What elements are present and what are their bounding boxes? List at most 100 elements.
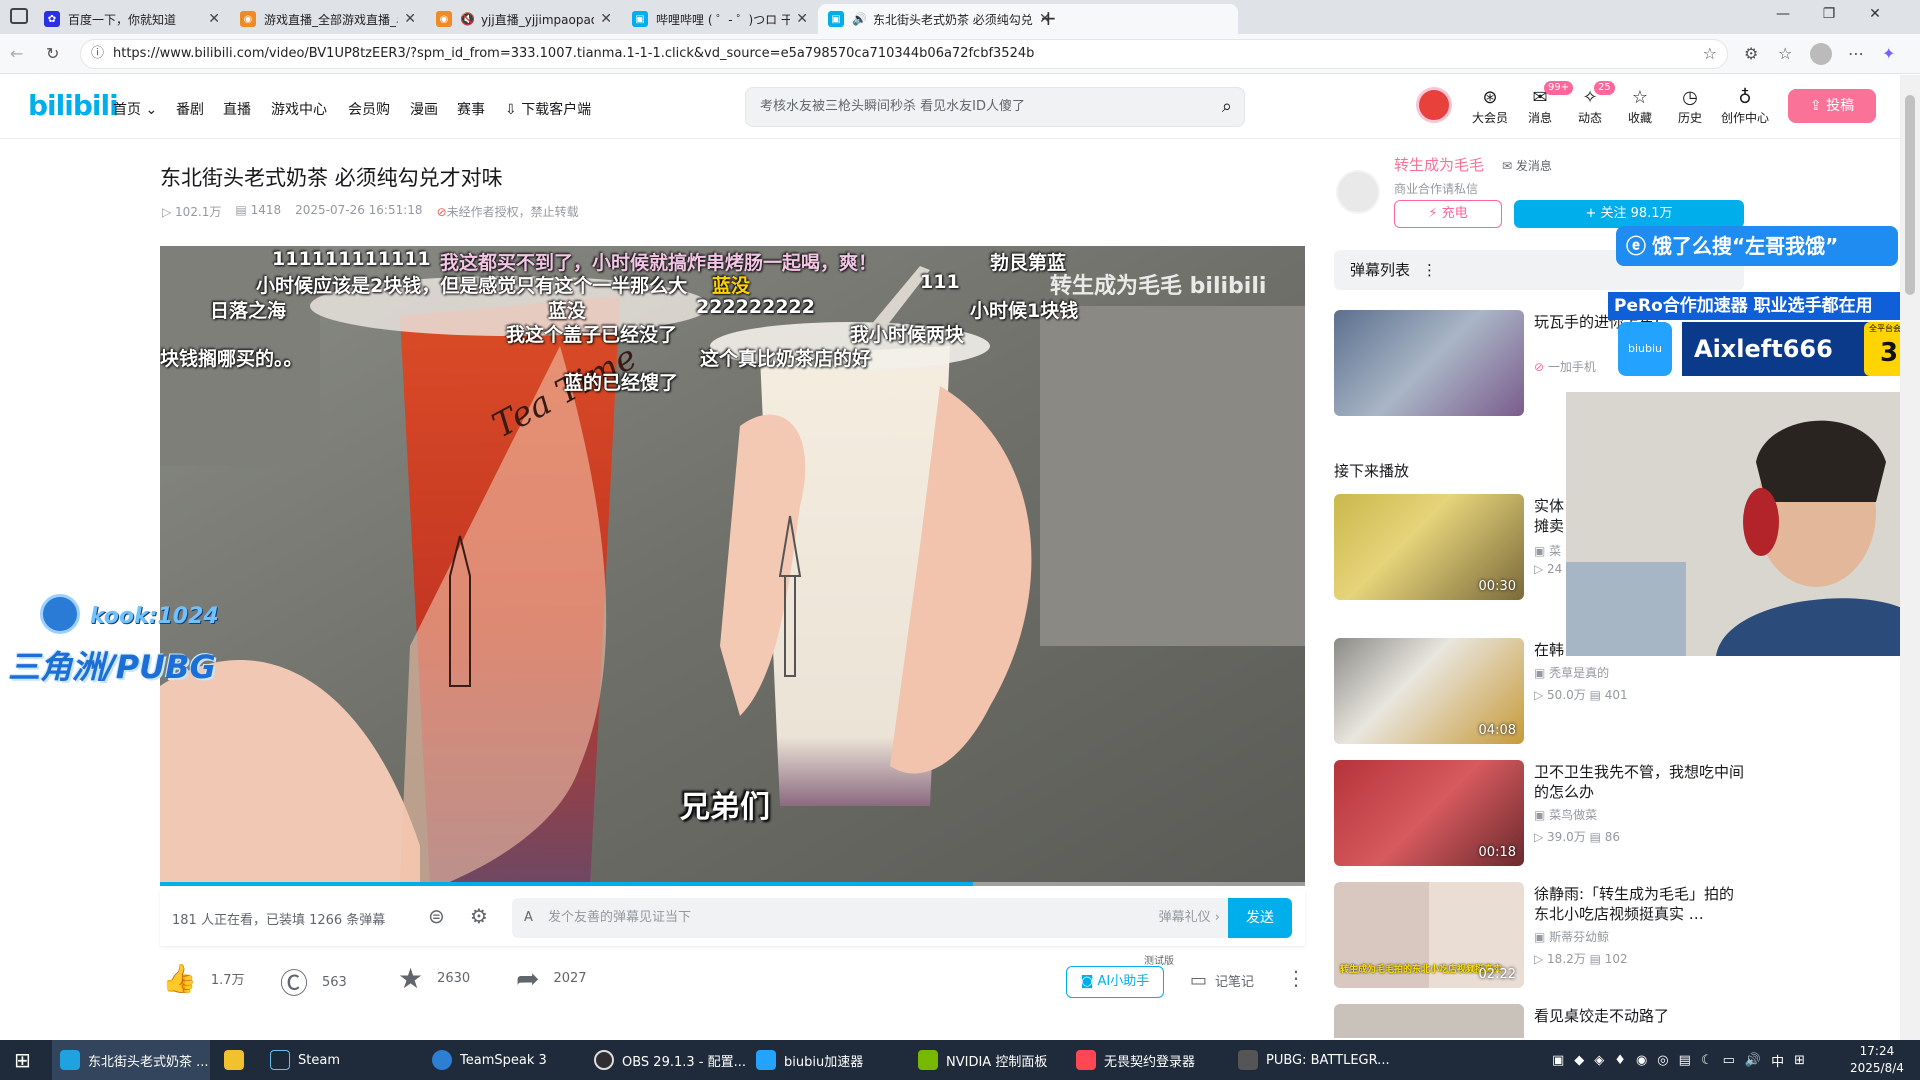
tray-app-icon[interactable]: ◈ <box>1594 1053 1604 1068</box>
tray-app-icon[interactable]: ☾ <box>1701 1053 1713 1068</box>
minimize-icon[interactable]: — <box>1760 6 1806 28</box>
header-creator-center[interactable]: ♁ 创作中心 <box>1718 87 1772 126</box>
taskbar-label: 东北街头老式奶茶 ... <box>88 1054 209 1070</box>
more-options-icon[interactable]: ⋮ <box>1286 966 1306 990</box>
progress-bar[interactable] <box>160 882 1305 886</box>
nav-download[interactable]: ⇩ 下载客户端 <box>505 99 591 119</box>
header-vip[interactable]: ⊛ 大会员 <box>1468 87 1512 126</box>
follow-button[interactable]: + 关注 98.1万 <box>1514 200 1744 228</box>
rec-card[interactable]: 看见桌饺走不动路了 <box>1334 1004 1744 1038</box>
speaker-icon[interactable]: 🔊 <box>852 12 867 26</box>
share-button[interactable]: ➦ 2027 <box>516 962 587 995</box>
nav-game-center[interactable]: 游戏中心 <box>271 99 327 119</box>
uploader-name[interactable]: 转生成为毛毛 <box>1394 154 1484 175</box>
extension-icon[interactable]: ⚙ <box>1744 44 1758 63</box>
danmaku-toggle-icon[interactable]: ⊜ <box>428 904 445 928</box>
header-dynamic[interactable]: ✧ 25 动态 <box>1568 81 1615 126</box>
nav-anime[interactable]: 番剧 <box>176 99 204 119</box>
notes-button[interactable]: ▭ 记笔记 <box>1190 970 1254 991</box>
taskbar-item-valorant[interactable]: 无畏契约登录器 <box>1076 1040 1195 1080</box>
profile-avatar-icon[interactable] <box>1810 43 1832 65</box>
taskbar-item-pubg[interactable]: PUBG: BATTLEGR... <box>1238 1040 1390 1080</box>
danmaku-etiquette-link[interactable]: 弹幕礼仪 › <box>1159 898 1220 938</box>
close-icon[interactable]: ✕ <box>600 11 612 27</box>
taskbar-item-explorer[interactable] <box>224 1040 252 1080</box>
play-icon: ▷ <box>162 205 176 219</box>
nav-live[interactable]: 直播 <box>223 99 251 119</box>
taskbar-item-teamspeak[interactable]: TeamSpeak 3 <box>432 1040 547 1080</box>
rec-card[interactable]: 转生成为毛毛拍的东北小吃店视频挺真实 02:22 徐静雨:「转生成为毛毛」拍的东… <box>1334 882 1744 992</box>
tab-baidu[interactable]: ✿ 百度一下，你就知道 ✕ <box>34 4 230 34</box>
video-player[interactable]: Tea Time 111111111111 我这都买不到了，小时候就搞炸串烤肠一… <box>160 246 1305 886</box>
comment-icon: ▤ <box>1585 952 1605 966</box>
search-icon[interactable]: ⌕ <box>1222 88 1232 126</box>
rec-stats: ▷ 24 <box>1534 562 1562 576</box>
taskbar-label: TeamSpeak 3 <box>460 1052 547 1068</box>
tab-bilibili-home[interactable]: ▣ 哔哩哔哩 ( ゜- ゜)つロ 干杯~-bilibili ✕ <box>622 4 818 34</box>
scrollbar-thumb[interactable] <box>1905 95 1915 295</box>
upload-button[interactable]: ⇪ 投稿 <box>1788 89 1876 123</box>
more-vertical-icon[interactable]: ⋮ <box>1422 261 1437 279</box>
taskbar-item-biubiu[interactable]: biubiu加速器 <box>756 1040 863 1080</box>
tray-app-icon[interactable]: ▤ <box>1679 1053 1691 1068</box>
nav-esports[interactable]: 赛事 <box>457 99 485 119</box>
tray-obs-icon[interactable]: ◉ <box>1636 1053 1647 1068</box>
close-icon[interactable]: ✕ <box>208 11 220 27</box>
new-tab-icon[interactable]: + <box>1040 6 1057 30</box>
favorite-button[interactable]: ★ 2630 <box>398 962 470 995</box>
bilibili-logo[interactable]: bilibili <box>28 89 119 122</box>
refresh-icon[interactable]: ↻ <box>46 44 59 63</box>
charge-button[interactable]: ⚡ 充电 <box>1394 200 1502 228</box>
system-clock[interactable]: 17:24 2025/8/4 <box>1850 1043 1904 1077</box>
language-indicator[interactable]: 中 <box>1771 1051 1784 1070</box>
taskbar-item-edge[interactable]: 东北街头老式奶茶 ... <box>52 1040 210 1080</box>
nav-home[interactable]: 首页 ⌄ <box>113 99 157 119</box>
favorites-icon[interactable]: ☆ <box>1778 44 1792 63</box>
danmaku-input[interactable]: A 发个友善的弹幕见证当下 弹幕礼仪 › <box>512 898 1232 938</box>
like-button[interactable]: 👍 1.7万 <box>162 962 245 995</box>
tab-douyu[interactable]: ◉ 游戏直播_全部游戏直播_斗鱼直播 ✕ <box>230 4 426 34</box>
system-tray[interactable]: ▣ ◆ ◈ ♦ ◉ ◎ ▤ ☾ ▭ 🔊 中 ⊞ <box>1552 1040 1805 1080</box>
tab-current-video[interactable]: ▣ 🔊 东北街头老式奶茶 必须纯勾兑才对味 ✕ <box>818 4 1238 34</box>
rec-card[interactable]: 00:18 卫不卫生我先不管，我想吃中间的怎么办 ▣ 菜鸟做菜 ▷ 39.0万 … <box>1334 760 1744 870</box>
ai-assistant-button[interactable]: ◙ AI小助手 <box>1066 966 1164 998</box>
start-icon[interactable]: ⊞ <box>14 1040 31 1080</box>
text-style-icon[interactable]: A <box>524 898 533 938</box>
close-icon[interactable]: ✕ <box>796 11 808 27</box>
close-icon[interactable]: ✕ <box>404 11 416 27</box>
tab-actions-icon[interactable] <box>10 8 28 24</box>
coin-button[interactable]: Ⓒ 563 <box>280 962 347 1002</box>
page-scrollbar[interactable] <box>1900 75 1920 1040</box>
nav-manga[interactable]: 漫画 <box>410 99 438 119</box>
volume-icon[interactable]: 🔊 <box>1745 1053 1761 1068</box>
taskbar-item-obs[interactable]: OBS 29.1.3 - 配置... <box>594 1040 746 1080</box>
tray-app-icon[interactable]: ▣ <box>1552 1053 1564 1068</box>
danmaku-settings-icon[interactable]: ⚙ <box>470 904 488 928</box>
uploader-avatar[interactable] <box>1336 170 1380 214</box>
header-favorites[interactable]: ☆ 收藏 <box>1618 87 1662 126</box>
site-info-icon[interactable]: ⓘ <box>91 40 104 68</box>
search-input[interactable]: 考核水友被三枪头瞬间秒杀 看见水友ID人傻了 ⌕ <box>745 87 1245 127</box>
muted-speaker-icon[interactable]: 🔇 <box>460 12 475 26</box>
window-close-icon[interactable]: ✕ <box>1852 6 1898 28</box>
header-messages[interactable]: ✉ 99+ 消息 <box>1518 81 1574 126</box>
tray-nvidia-icon[interactable]: ◆ <box>1574 1053 1584 1068</box>
back-icon[interactable]: ← <box>10 44 23 63</box>
tray-steam-icon[interactable]: ◎ <box>1657 1053 1668 1068</box>
nav-mall[interactable]: 会员购 <box>348 99 390 119</box>
taskbar-item-nvidia[interactable]: NVIDIA 控制面板 <box>918 1040 1047 1080</box>
copilot-icon[interactable]: ✦ <box>1882 44 1895 63</box>
header-history[interactable]: ◷ 历史 <box>1668 87 1712 126</box>
more-menu-icon[interactable]: ⋯ <box>1848 44 1864 63</box>
taskbar-item-steam[interactable]: Steam <box>270 1040 340 1080</box>
address-bar[interactable]: ⓘ https://www.bilibili.com/video/BV1UP8t… <box>80 39 1728 69</box>
user-avatar[interactable] <box>1416 87 1452 123</box>
send-message-link[interactable]: ✉ 发消息 <box>1502 157 1552 174</box>
send-danmaku-button[interactable]: 发送 <box>1228 898 1292 938</box>
bookmark-star-icon[interactable]: ☆ <box>1703 40 1717 68</box>
tab-yjj[interactable]: ◉ 🔇 yjj直播_yjjimpaopao直播_yjj... ✕ <box>426 4 622 34</box>
maximize-icon[interactable]: ❐ <box>1806 6 1852 28</box>
input-mode-icon[interactable]: ⊞ <box>1794 1053 1805 1068</box>
tray-app-icon[interactable]: ♦ <box>1614 1053 1626 1068</box>
network-icon[interactable]: ▭ <box>1723 1053 1735 1068</box>
